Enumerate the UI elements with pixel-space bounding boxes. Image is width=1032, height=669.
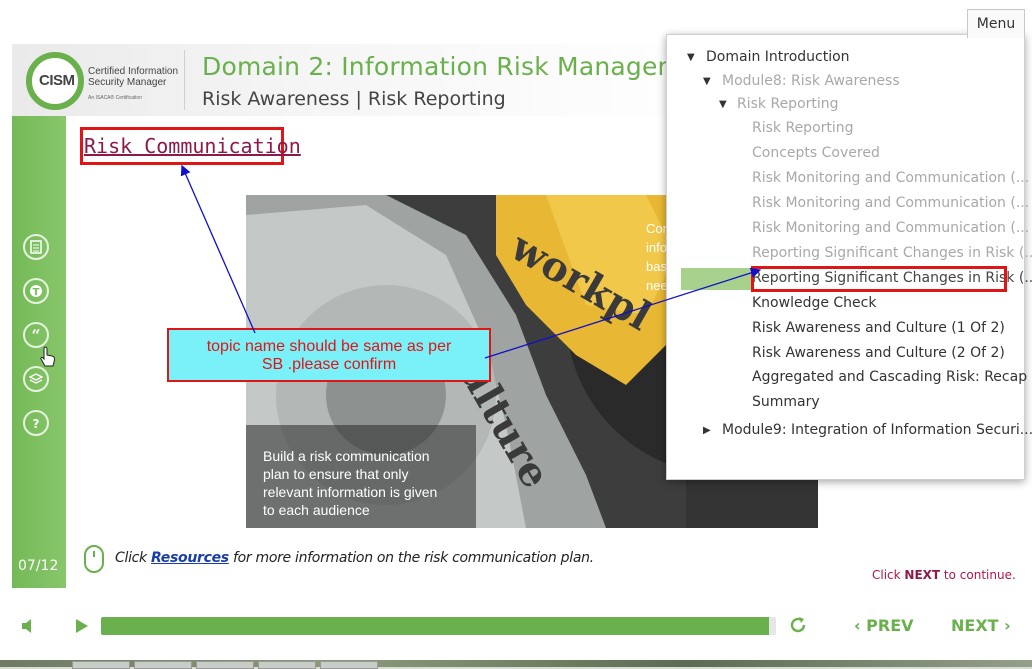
- taskbar-thumb[interactable]: [134, 661, 192, 669]
- replay-icon[interactable]: [788, 615, 808, 640]
- page-subtitle: Risk Awareness | Risk Reporting: [202, 88, 506, 110]
- taskbar-thumb[interactable]: [196, 661, 254, 669]
- play-button[interactable]: [76, 619, 88, 633]
- resources-link[interactable]: Resources: [151, 550, 229, 566]
- slide-title: Risk Communication: [84, 134, 301, 158]
- menu-item-annotation-box: [751, 266, 1007, 292]
- chevron-left-icon: ‹: [854, 616, 867, 635]
- menu-item[interactable]: Domain Introduction: [706, 49, 850, 65]
- mouse-icon: [84, 545, 104, 573]
- progress-bar[interactable]: [101, 617, 776, 635]
- next-label: NEXT: [951, 616, 999, 635]
- menu-item[interactable]: Risk Monitoring and Communication (...: [752, 195, 1029, 211]
- menu-item[interactable]: Risk Reporting: [737, 96, 839, 112]
- menu-item[interactable]: Aggregated and Cascading Risk: Recap: [752, 369, 1027, 385]
- next-button[interactable]: NEXT ›: [951, 616, 1011, 635]
- player-controls: ‹ PREV NEXT ›: [0, 600, 1032, 654]
- progress-fill: [101, 617, 770, 635]
- arrow-to-slide-title: [180, 164, 256, 334]
- menu-button[interactable]: Menu: [967, 9, 1025, 38]
- prev-button[interactable]: ‹ PREV: [854, 616, 914, 635]
- current-item-highlight: [681, 268, 753, 290]
- transcript-icon[interactable]: T: [23, 278, 49, 304]
- desktop-taskbar-strip: [0, 660, 1032, 669]
- prev-label: PREV: [866, 616, 914, 635]
- menu-item[interactable]: Module9: Integration of Information Secu…: [722, 422, 1032, 438]
- menu-item[interactable]: Summary: [752, 394, 820, 410]
- menu-item[interactable]: Knowledge Check: [752, 295, 876, 311]
- menu-item[interactable]: Risk Monitoring and Communication (...: [752, 170, 1029, 186]
- menu-item[interactable]: Risk Awareness and Culture (1 Of 2): [752, 320, 1005, 336]
- menu-item[interactable]: Module8: Risk Awareness: [722, 73, 900, 89]
- taskbar-thumb[interactable]: [320, 661, 378, 669]
- resource-prefix: Click: [115, 550, 152, 566]
- page-counter: 07/12: [18, 558, 59, 574]
- sidebar: T “ ? 07/12: [12, 116, 66, 588]
- chevron-right-icon: ›: [998, 616, 1011, 635]
- quote-icon[interactable]: “: [23, 322, 49, 348]
- logo-line2: Security Manager: [88, 77, 167, 88]
- cism-logo: CISM Certified Information Security Mana…: [26, 52, 179, 110]
- callout-line: SB .please confirm: [261, 356, 397, 373]
- svg-text:“: “: [31, 328, 40, 342]
- menu-item[interactable]: Concepts Covered: [752, 145, 880, 161]
- menu-item[interactable]: Risk Awareness and Culture (2 Of 2): [752, 345, 1005, 361]
- resource-instruction: Click Resources for more information on …: [115, 550, 594, 566]
- next-hint: Click NEXT to continue.: [872, 568, 1016, 582]
- image-caption: Build a risk communication plan to ensur…: [263, 448, 438, 518]
- logo-subline: An ISACA® Certification: [88, 95, 142, 101]
- help-icon[interactable]: ?: [23, 410, 49, 436]
- course-header: CISM Certified Information Security Mana…: [12, 44, 714, 116]
- next-hint-prefix: Click: [872, 568, 905, 582]
- course-menu-panel: ▼ Domain Introduction ▼ Module8: Risk Aw…: [666, 34, 1032, 480]
- menu-item[interactable]: Risk Monitoring and Communication (...: [752, 220, 1029, 236]
- resource-suffix: for more information on the risk communi…: [228, 550, 594, 566]
- menu-item[interactable]: Risk Reporting: [752, 120, 854, 136]
- review-comment-callout: topic name should be same as per SB .ple…: [167, 328, 491, 382]
- next-hint-suffix: to continue.: [940, 568, 1016, 582]
- course-player: Menu CISM Certified Information Security…: [0, 0, 1032, 660]
- caret-down-icon[interactable]: ▼: [687, 52, 695, 63]
- logo-line1: Certified Information: [88, 66, 179, 77]
- svg-text:T: T: [33, 287, 40, 298]
- page-title: Domain 2: Information Risk Managemen: [202, 52, 714, 81]
- logo-mark: CISM: [38, 72, 76, 89]
- volume-icon[interactable]: [20, 618, 38, 638]
- taskbar-thumb[interactable]: [72, 661, 130, 669]
- callout-line: topic name should be same as per: [206, 338, 452, 355]
- taskbar-thumb[interactable]: [258, 661, 316, 669]
- caret-right-icon[interactable]: ▶: [703, 425, 711, 436]
- menu-item[interactable]: Reporting Significant Changes in Risk (.…: [752, 245, 1032, 261]
- svg-text:?: ?: [33, 417, 40, 430]
- caret-down-icon[interactable]: ▼: [719, 99, 727, 110]
- next-hint-keyword: NEXT: [904, 568, 941, 582]
- caret-down-icon[interactable]: ▼: [703, 76, 711, 87]
- notes-icon[interactable]: [23, 234, 49, 260]
- hand-cursor-icon: [40, 346, 56, 373]
- header-divider: [184, 50, 185, 110]
